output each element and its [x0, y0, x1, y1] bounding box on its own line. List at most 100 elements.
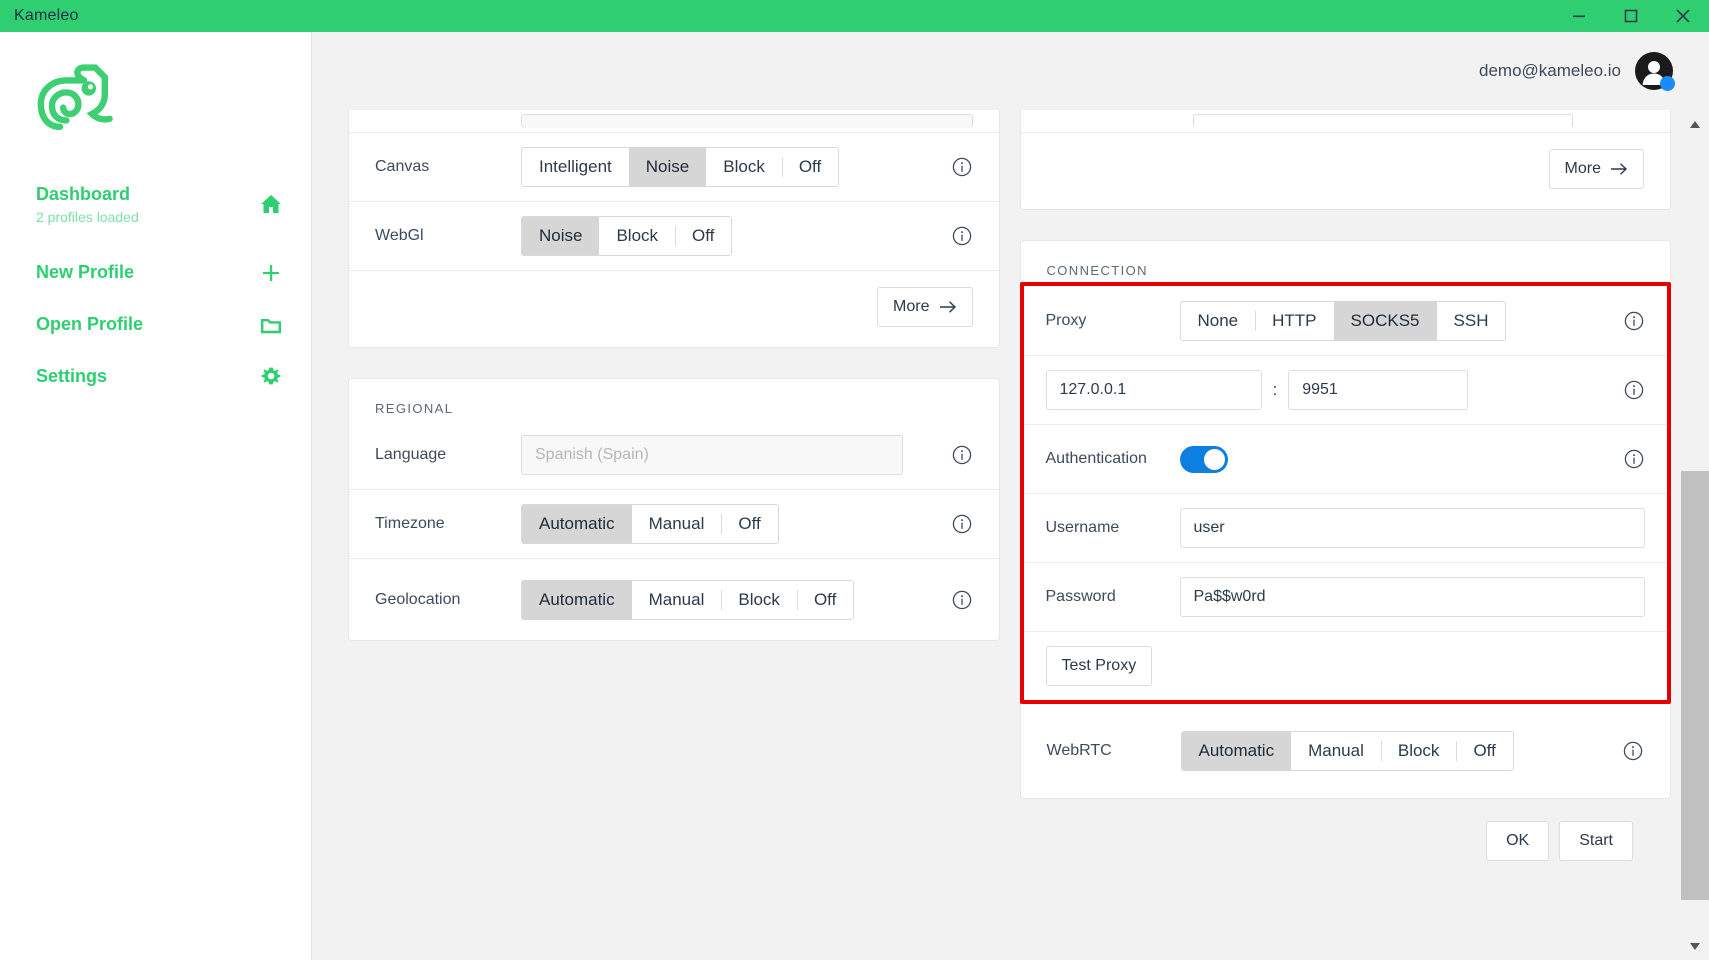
webgl-label: WebGl: [375, 227, 424, 244]
timezone-option-automatic[interactable]: Automatic: [522, 505, 632, 543]
geolocation-option-manual[interactable]: Manual: [631, 580, 722, 619]
test-proxy-row: Test Proxy: [1023, 631, 1667, 700]
authentication-toggle[interactable]: [1179, 445, 1228, 473]
scrollbar-thumb[interactable]: [1681, 471, 1709, 901]
scrollbar-track[interactable]: [1681, 138, 1709, 932]
scroll-down-button[interactable]: [1689, 932, 1701, 960]
geolocation-body: Automatic Manual Block Off: [521, 579, 933, 620]
connection-card-title: CONNECTION: [1046, 263, 1148, 278]
fingerprint-more-label: More: [893, 298, 930, 315]
proxy-highlight-box: Proxy None HTTP SOCKS5 SSH 127.0.0.1: 9…: [1019, 282, 1671, 704]
proxy-host-wrap: [1045, 370, 1262, 410]
authentication-info-icon[interactable]: [1605, 448, 1645, 470]
regional-card: REGIONAL Language Spanish (Spain) Timezo…: [348, 378, 1000, 641]
gear-icon: [259, 365, 283, 389]
webrtc-option-automatic[interactable]: Automatic: [1181, 732, 1292, 770]
timezone-label: Timezone: [375, 515, 445, 532]
close-button[interactable]: [1657, 0, 1709, 32]
user-email: demo@kameleo.io: [1479, 61, 1621, 80]
geolocation-option-off[interactable]: Off: [796, 580, 854, 619]
proxy-option-http[interactable]: HTTP: [1255, 301, 1334, 340]
webrtc-option-block[interactable]: Block: [1380, 732, 1457, 770]
clipped-input-row: [349, 110, 999, 132]
language-info-icon[interactable]: [933, 444, 973, 466]
folder-icon: [259, 313, 283, 337]
start-button[interactable]: Start: [1559, 821, 1633, 861]
canvas-option-block[interactable]: Block: [706, 148, 782, 186]
username-row: Username: [1023, 493, 1667, 562]
proxy-segmented-control: None HTTP SOCKS5 SSH: [1179, 300, 1507, 341]
authentication-label: Authentication: [1045, 450, 1147, 467]
language-input[interactable]: [521, 434, 903, 475]
canvas-info-icon[interactable]: [933, 156, 973, 178]
window-titlebar: Kameleo: [0, 0, 1709, 32]
fingerprint-more-button[interactable]: More: [877, 287, 973, 327]
proxy-info-icon[interactable]: [1605, 310, 1645, 332]
timezone-option-off[interactable]: Off: [721, 505, 778, 543]
webgl-option-noise[interactable]: Noise: [522, 217, 600, 255]
sidebar-item-dashboard[interactable]: Dashboard 2 profiles loaded: [36, 169, 283, 247]
clipped-row-body: [521, 114, 973, 128]
right-clipped-body: [1192, 114, 1645, 128]
proxy-address-info-icon[interactable]: [1605, 379, 1645, 401]
geolocation-segmented-control: Automatic Manual Block Off: [521, 579, 855, 620]
password-label: Password: [1045, 588, 1116, 605]
username-label: Username: [1045, 519, 1120, 536]
sidebar-item-dashboard-text: Dashboard 2 profiles loaded: [36, 183, 259, 225]
canvas-segmented-control: Intelligent Noise Block Off: [521, 147, 840, 187]
sidebar-item-settings[interactable]: Settings: [36, 351, 283, 403]
fingerprint-card: Canvas Intelligent Noise Block Off WebGl…: [348, 110, 1000, 348]
password-input[interactable]: [1179, 577, 1645, 617]
geolocation-label: Geolocation: [375, 590, 461, 608]
webgl-option-off[interactable]: Off: [675, 217, 732, 255]
geolocation-info-icon[interactable]: [933, 589, 973, 611]
sidebar: Dashboard 2 profiles loaded New Profile: [0, 32, 312, 960]
logo-container: [0, 58, 311, 143]
canvas-option-off[interactable]: Off: [781, 148, 839, 186]
proxy-option-ssh[interactable]: SSH: [1436, 301, 1506, 340]
webrtc-option-off[interactable]: Off: [1456, 732, 1513, 770]
proxy-address-body: :: [1045, 370, 1606, 410]
right-top-more-button[interactable]: More: [1548, 149, 1644, 189]
scroll-up-button[interactable]: [1689, 110, 1701, 138]
language-label: Language: [375, 445, 447, 463]
proxy-host-input[interactable]: [1045, 370, 1262, 410]
authentication-row: Authentication: [1023, 424, 1667, 493]
window-controls: [1553, 0, 1709, 32]
webrtc-info-icon[interactable]: [1604, 740, 1644, 762]
sidebar-item-new-profile[interactable]: New Profile: [36, 247, 283, 299]
canvas-option-intelligent[interactable]: Intelligent: [522, 148, 629, 186]
timezone-option-manual[interactable]: Manual: [631, 505, 722, 543]
sidebar-item-label: Open Profile: [36, 314, 144, 335]
avatar[interactable]: [1635, 52, 1675, 91]
proxy-label: Proxy: [1045, 311, 1087, 329]
action-footer: OK Start: [1020, 799, 1672, 885]
sidebar-item-label: Dashboard: [36, 184, 131, 204]
username-input[interactable]: [1179, 508, 1645, 548]
vertical-scrollbar[interactable]: [1681, 110, 1709, 960]
sidebar-item-open-profile[interactable]: Open Profile: [36, 299, 283, 351]
canvas-option-noise[interactable]: Noise: [628, 148, 707, 186]
language-row: Language: [349, 420, 999, 489]
minimize-button[interactable]: [1553, 0, 1605, 32]
proxy-option-socks5[interactable]: SOCKS5: [1333, 301, 1437, 340]
proxy-port-input[interactable]: [1288, 370, 1469, 410]
right-clipped-input-row: [1021, 110, 1671, 132]
authentication-body: [1179, 445, 1606, 473]
geolocation-option-automatic[interactable]: Automatic: [522, 580, 632, 619]
timezone-info-icon[interactable]: [933, 513, 973, 535]
top-bar: demo@kameleo.io: [312, 32, 1709, 110]
test-proxy-button[interactable]: Test Proxy: [1045, 646, 1153, 686]
chevron-down-icon: [1690, 942, 1700, 950]
webgl-option-block[interactable]: Block: [599, 217, 676, 255]
geolocation-option-block[interactable]: Block: [721, 580, 797, 619]
maximize-button[interactable]: [1605, 0, 1657, 32]
webgl-info-icon[interactable]: [933, 225, 973, 247]
proxy-option-none[interactable]: None: [1180, 301, 1256, 340]
right-clipped-input[interactable]: [1192, 114, 1573, 128]
ok-button[interactable]: OK: [1486, 821, 1550, 861]
webrtc-option-manual[interactable]: Manual: [1291, 732, 1381, 770]
clipped-input[interactable]: [521, 114, 973, 128]
webrtc-body: Automatic Manual Block Off: [1180, 731, 1605, 771]
